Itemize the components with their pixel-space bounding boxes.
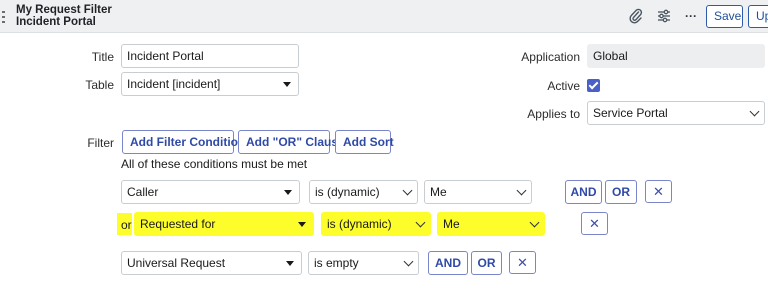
condition-value: Me: [430, 185, 447, 199]
filter-label: Filter: [87, 136, 114, 150]
remove-condition-icon[interactable]: ✕: [645, 180, 672, 203]
paperclip-icon[interactable]: [628, 8, 644, 24]
remove-condition-icon[interactable]: ✕: [509, 251, 536, 274]
chevron-down-icon: [402, 185, 413, 196]
application-label: Application: [521, 50, 580, 64]
form-title: My Request Filter Incident Portal: [16, 4, 112, 28]
chevron-down-icon: [529, 217, 540, 228]
chevron-down-icon: [749, 106, 760, 117]
context-menu-icon[interactable]: [2, 11, 6, 23]
chevron-down-icon: [403, 256, 414, 267]
form-title-line2: Incident Portal: [16, 16, 96, 28]
add-sort-button[interactable]: Add Sort: [335, 130, 394, 154]
or-prefix: or: [121, 218, 132, 232]
condition-field-value: Universal Request: [127, 256, 226, 270]
caret-down-icon: [286, 261, 294, 266]
condition-operator-select[interactable]: is (dynamic): [309, 180, 418, 204]
add-filter-condition-button[interactable]: Add Filter Condition: [122, 130, 245, 154]
condition-operator-value: is (dynamic): [315, 185, 380, 199]
condition-field-value: Caller: [127, 185, 159, 199]
application-field: Global: [587, 44, 765, 68]
or-button[interactable]: OR: [471, 251, 502, 275]
condition-value-select[interactable]: Me: [437, 212, 545, 236]
condition-operator-select[interactable]: is (dynamic): [321, 212, 431, 236]
save-button[interactable]: Save: [706, 5, 743, 28]
add-or-clause-button[interactable]: Add "OR" Clause: [238, 130, 345, 154]
form-title-line1: My Request Filter: [16, 4, 112, 16]
table-select-value: Incident [incident]: [127, 77, 221, 91]
form-header: My Request Filter Incident Portal ··· Sa…: [0, 0, 768, 33]
more-options-icon[interactable]: ···: [683, 8, 699, 24]
condition-value: Me: [443, 217, 460, 231]
caret-down-icon: [283, 82, 291, 87]
applies-to-label: Applies to: [527, 107, 580, 121]
filter-summary: All of these conditions must be met: [121, 157, 308, 171]
and-button[interactable]: AND: [565, 180, 602, 204]
condition-operator-select[interactable]: is empty: [308, 251, 419, 275]
update-button[interactable]: Up: [748, 5, 768, 28]
condition-value-select[interactable]: Me: [424, 180, 532, 204]
chevron-down-icon: [415, 217, 426, 228]
condition-field-value: Requested for: [140, 217, 216, 231]
table-label: Table: [85, 78, 114, 92]
condition-field-select[interactable]: Universal Request: [121, 251, 302, 275]
applies-to-value: Service Portal: [593, 106, 668, 120]
condition-operator-value: is (dynamic): [327, 217, 392, 231]
title-label: Title: [91, 50, 114, 64]
settings-sliders-icon[interactable]: [656, 8, 672, 24]
chevron-down-icon: [516, 185, 527, 196]
and-button[interactable]: AND: [428, 251, 468, 275]
remove-condition-icon[interactable]: ✕: [581, 212, 608, 235]
or-button[interactable]: OR: [605, 180, 637, 204]
active-checkbox[interactable]: [587, 79, 600, 92]
table-select[interactable]: Incident [incident]: [121, 72, 299, 96]
active-label: Active: [547, 79, 580, 93]
applies-to-select[interactable]: Service Portal: [587, 101, 765, 125]
caret-down-icon: [298, 222, 306, 227]
caret-down-icon: [284, 190, 292, 195]
title-input[interactable]: Incident Portal: [121, 44, 299, 68]
condition-operator-value: is empty: [314, 256, 359, 270]
condition-field-select[interactable]: Requested for: [134, 212, 314, 236]
condition-field-select[interactable]: Caller: [121, 180, 300, 204]
